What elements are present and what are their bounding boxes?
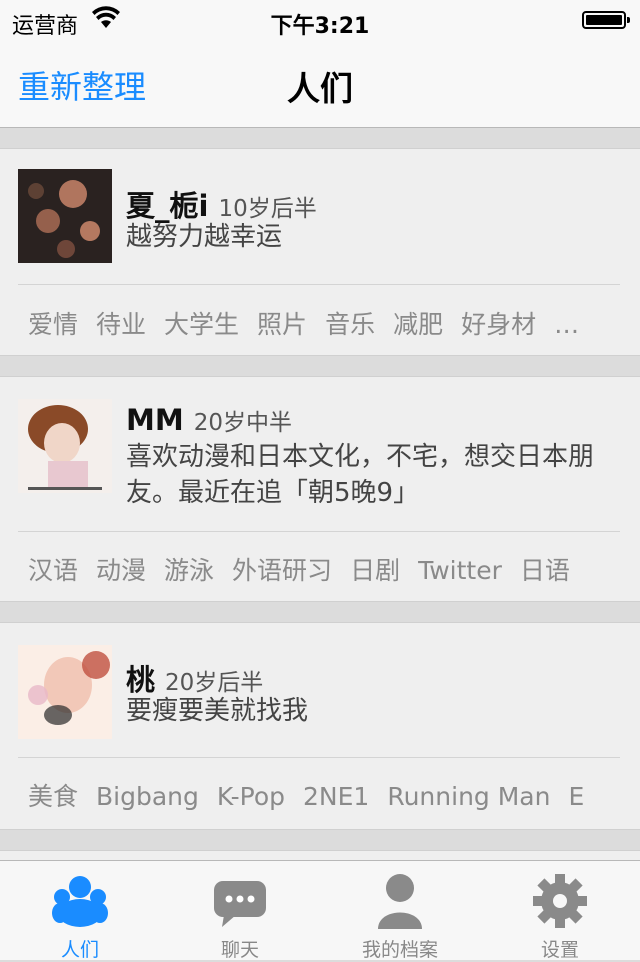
tab-chat[interactable]: 聊天 — [160, 861, 320, 961]
person-name: MM — [126, 403, 184, 437]
people-icon — [52, 876, 108, 927]
tag[interactable]: 音乐 — [325, 310, 375, 339]
tab-label: 我的档案 — [361, 939, 438, 961]
person-bio: 喜欢动漫和日本文化，不宅，想交日本朋友。最近在追「朝5晚9」 — [126, 442, 595, 508]
tag-list: 汉语 动漫 游泳 外语研习 日剧 Twitter 日语 — [28, 551, 640, 587]
tag[interactable]: 爱情 — [28, 310, 78, 339]
tag[interactable]: 外语研习 — [232, 556, 332, 585]
tag[interactable]: Running Man — [387, 782, 550, 811]
name-line: MM 20岁中半 — [126, 403, 292, 437]
tag[interactable]: … — [554, 310, 579, 339]
tab-people[interactable]: 人们 — [0, 861, 160, 961]
tag[interactable]: 好身材 — [461, 310, 536, 339]
status-time: 下午3:21 — [270, 14, 370, 39]
tag[interactable]: 汉语 — [28, 556, 78, 585]
profile-icon — [378, 874, 422, 929]
person-bio: 越努力越幸运 — [126, 222, 283, 252]
page-title: 人们 — [287, 69, 353, 108]
tab-label: 人们 — [60, 939, 99, 961]
tag[interactable]: 减肥 — [393, 310, 443, 339]
tag[interactable]: 2NE1 — [303, 782, 369, 811]
tag[interactable]: 照片 — [257, 310, 307, 339]
divider — [18, 757, 620, 758]
tag[interactable]: 日语 — [520, 556, 570, 585]
gear-icon — [533, 874, 587, 928]
person-bio: 要瘦要美就找我 — [126, 696, 309, 726]
tag[interactable]: 大学生 — [164, 310, 239, 339]
divider — [18, 531, 620, 532]
person-card[interactable]: 夏_栀i 10岁后半 越努力越幸运 爱情 待业 大学生 照片 音乐 减肥 好身材… — [0, 148, 640, 356]
tag[interactable]: 动漫 — [96, 556, 146, 585]
battery-icon — [582, 11, 630, 29]
person-card[interactable]: 桃 20岁后半 要瘦要美就找我 美食 Bigbang K-Pop 2NE1 Running… — [0, 622, 640, 830]
status-bar: 运营商 下午3:21 — [0, 0, 640, 40]
divider — [18, 284, 620, 285]
tab-profile[interactable]: 我的档案 — [320, 861, 480, 961]
tag[interactable]: 待业 — [96, 310, 146, 339]
navigation-bar: 重新整理 人们 — [0, 40, 640, 128]
person-card[interactable] — [0, 850, 640, 860]
tag[interactable]: 游泳 — [164, 556, 214, 585]
tag[interactable]: Bigbang — [96, 782, 199, 811]
tag[interactable]: 日剧 — [350, 556, 400, 585]
tag-list: 美食 Bigbang K-Pop 2NE1 Running Man E — [28, 777, 640, 813]
tag[interactable]: K-Pop — [217, 782, 285, 811]
person-card[interactable]: MM 20岁中半 喜欢动漫和日本文化，不宅，想交日本朋友。最近在追「朝5晚9」 汉… — [0, 376, 640, 602]
person-age: 20岁中半 — [193, 410, 292, 436]
tag[interactable]: E — [568, 782, 584, 811]
tab-settings[interactable]: 设置 — [480, 861, 640, 961]
avatar[interactable] — [18, 645, 112, 739]
person-name: 桃 — [126, 663, 156, 697]
tag[interactable]: 美食 — [28, 782, 78, 811]
people-feed[interactable]: 夏_栀i 10岁后半 越努力越幸运 爱情 待业 大学生 照片 音乐 减肥 好身材… MM 20岁… — [0, 128, 640, 860]
avatar[interactable] — [18, 169, 112, 263]
avatar[interactable] — [18, 399, 112, 493]
chat-bubble-icon — [214, 881, 266, 927]
tag-list: 爱情 待业 大学生 照片 音乐 减肥 好身材 … — [28, 305, 640, 341]
tab-label: 聊天 — [220, 939, 259, 961]
tag[interactable]: Twitter — [418, 556, 502, 585]
person-name: 夏_栀i — [126, 189, 209, 223]
tab-bar: 人们 聊天 我的档案 设置 — [0, 860, 640, 961]
tab-label: 设置 — [540, 939, 579, 961]
